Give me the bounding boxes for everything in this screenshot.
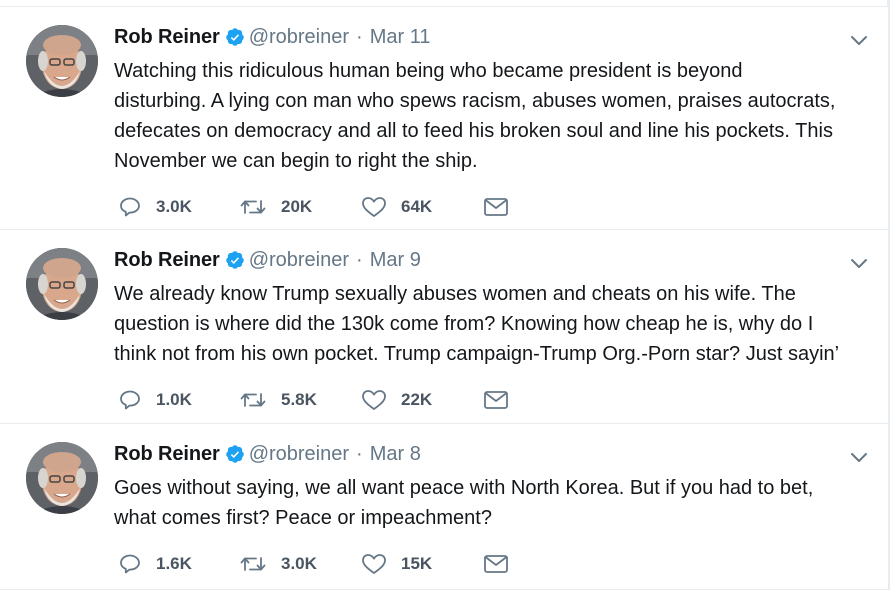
avatar[interactable] [26,248,98,320]
tweet-text: We already know Trump sexually abuses wo… [114,283,840,365]
reply-icon [118,552,142,576]
reply-icon [118,195,142,219]
chevron-down-icon[interactable] [848,29,870,51]
retweet-icon [239,552,267,576]
reply-count: 1.0K [156,390,192,409]
tweet[interactable]: Rob Reiner @robreiner · Mar 9 We already… [0,230,888,424]
heart-icon [361,195,387,219]
verified-badge-icon [225,444,245,464]
avatar[interactable] [26,25,98,97]
tweet-actions: 3.0K 20K 64K [118,194,509,220]
reply-button[interactable]: 1.0K [118,388,239,412]
tweet-date[interactable]: Mar 9 [370,249,421,272]
envelope-icon [483,389,509,411]
heart-icon [361,552,387,576]
reply-count: 1.6K [156,554,192,573]
tweet-text: Watching this ridiculous human being who… [114,60,836,172]
retweet-count: 3.0K [281,554,317,573]
verified-badge-icon [225,27,245,47]
tweet-text: Goes without saying, we all want peace w… [114,477,814,529]
like-count: 22K [401,390,433,409]
tweet-date[interactable]: Mar 11 [370,26,431,49]
timeline: Rob Reiner @robreiner · Mar 11 Watching … [0,0,888,590]
author-name[interactable]: Rob Reiner [114,249,220,272]
retweet-button[interactable]: 5.8K [239,388,361,412]
separator-dot: · [356,248,363,271]
chevron-down-icon[interactable] [848,446,870,468]
retweet-count: 20K [281,197,313,216]
envelope-icon [483,196,509,218]
reply-button[interactable]: 3.0K [118,195,239,219]
reply-count: 3.0K [156,197,192,216]
tweet-header: Rob Reiner @robreiner · Mar 11 [114,24,430,50]
retweet-icon [239,195,267,219]
like-button[interactable]: 15K [361,552,483,576]
retweet-button[interactable]: 3.0K [239,552,361,576]
tweet-actions: 1.6K 3.0K 15K [118,551,509,577]
retweet-button[interactable]: 20K [239,195,361,219]
retweet-count: 5.8K [281,390,317,409]
heart-icon [361,388,387,412]
direct-message-button[interactable] [483,389,509,411]
reply-button[interactable]: 1.6K [118,552,239,576]
like-count: 15K [401,554,433,573]
tweet-header: Rob Reiner @robreiner · Mar 8 [114,441,421,467]
tweet[interactable]: Rob Reiner @robreiner · Mar 8 Goes witho… [0,424,888,590]
separator-dot: · [356,442,363,465]
envelope-icon [483,553,509,575]
reply-icon [118,388,142,412]
direct-message-button[interactable] [483,196,509,218]
like-button[interactable]: 22K [361,388,483,412]
tweet-actions: 1.0K 5.8K 22K [118,387,509,413]
verified-badge-icon [225,250,245,270]
direct-message-button[interactable] [483,553,509,575]
tweet-date[interactable]: Mar 8 [370,443,421,466]
author-handle[interactable]: @robreiner [249,443,349,466]
like-count: 64K [401,197,433,216]
author-name[interactable]: Rob Reiner [114,26,220,49]
separator-dot: · [356,25,363,48]
chevron-down-icon[interactable] [848,252,870,274]
author-name[interactable]: Rob Reiner [114,443,220,466]
author-handle[interactable]: @robreiner [249,26,349,49]
tweet[interactable]: Rob Reiner @robreiner · Mar 11 Watching … [0,6,888,230]
like-button[interactable]: 64K [361,195,483,219]
avatar[interactable] [26,442,98,514]
tweet-header: Rob Reiner @robreiner · Mar 9 [114,247,421,273]
retweet-icon [239,388,267,412]
author-handle[interactable]: @robreiner [249,249,349,272]
